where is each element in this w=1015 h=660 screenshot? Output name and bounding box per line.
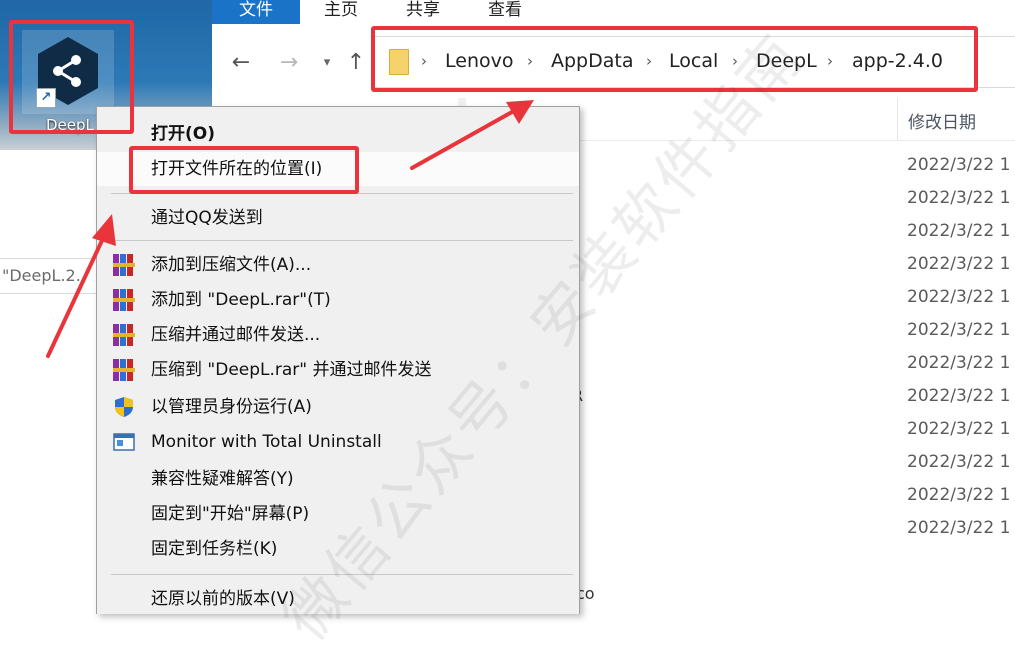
- menu-item-restore-previous-versions[interactable]: 还原以前的版本(V): [97, 582, 579, 616]
- file-date-cell: 2022/3/22 1: [907, 518, 1011, 538]
- menu-item-label: 通过QQ发送到: [151, 208, 263, 228]
- winrar-icon: [113, 254, 135, 276]
- menu-item-label: Monitor with Total Uninstall: [151, 432, 382, 452]
- menu-item-label: 还原以前的版本(V): [151, 589, 295, 609]
- file-date-cell: 2022/3/22 1: [907, 452, 1011, 472]
- recent-locations-chevron-icon[interactable]: ▾: [314, 50, 340, 76]
- file-date-cell: 2022/3/22 1: [907, 419, 1011, 439]
- menu-item-label: 压缩并通过邮件发送...: [151, 325, 321, 345]
- file-date-cell: 2022/3/22 1: [907, 221, 1011, 241]
- total-uninstall-icon: [113, 433, 135, 451]
- winrar-icon: [113, 289, 135, 311]
- back-arrow-icon[interactable]: ←: [228, 50, 254, 76]
- menu-item-pin-to-taskbar[interactable]: 固定到任务栏(K): [97, 532, 579, 566]
- menu-item-label: 压缩到 "DeepL.rar" 并通过邮件发送: [151, 360, 432, 380]
- menu-item-label: 兼容性疑难解答(Y): [151, 469, 294, 489]
- menu-item-monitor-total-uninstall[interactable]: Monitor with Total Uninstall: [97, 425, 579, 459]
- menu-separator: [111, 240, 573, 241]
- menu-item-compress-and-email[interactable]: 压缩并通过邮件发送...: [97, 318, 579, 352]
- background-search-text: "DeepL.2.: [2, 266, 81, 285]
- menu-item-label: 固定到任务栏(K): [151, 539, 278, 559]
- winrar-icon: [113, 359, 135, 381]
- menu-item-compress-to-rar-and-email[interactable]: 压缩到 "DeepL.rar" 并通过邮件发送: [97, 353, 579, 387]
- tab-share[interactable]: 共享: [398, 0, 448, 24]
- background-window: [0, 150, 100, 613]
- uac-shield-icon: [115, 397, 133, 417]
- ribbon-tabs: 文件 主页 共享 查看: [212, 0, 1015, 25]
- tab-file[interactable]: 文件: [212, 0, 300, 24]
- menu-item-label: 添加到 "DeepL.rar"(T): [151, 290, 331, 310]
- menu-item-label: 固定到"开始"屏幕(P): [151, 504, 310, 524]
- winrar-icon: [113, 324, 135, 346]
- forward-arrow-icon[interactable]: →: [276, 50, 302, 76]
- highlight-box-desktop-shortcut: [9, 20, 134, 134]
- menu-item-label: 添加到压缩文件(A)...: [151, 255, 312, 275]
- menu-item-add-to-deepl-rar[interactable]: 添加到 "DeepL.rar"(T): [97, 283, 579, 317]
- highlight-box-address-bar: [371, 26, 978, 92]
- file-date-cell: 2022/3/22 1: [907, 386, 1011, 406]
- column-header-date-modified[interactable]: 修改日期: [897, 98, 1015, 140]
- menu-item-run-as-admin[interactable]: 以管理员身份运行(A): [97, 390, 579, 424]
- menu-separator: [111, 574, 573, 575]
- menu-item-label: 以管理员身份运行(A): [151, 397, 312, 417]
- file-date-cell: 2022/3/22 1: [907, 353, 1011, 373]
- menu-item-add-to-archive[interactable]: 添加到压缩文件(A)...: [97, 248, 579, 282]
- file-date-cell: 2022/3/22 1: [907, 254, 1011, 274]
- tab-view[interactable]: 查看: [480, 0, 530, 24]
- menu-item-label: 打开(O): [151, 124, 215, 144]
- file-date-cell: 2022/3/22 1: [907, 188, 1011, 208]
- file-date-cell: 2022/3/22 1: [907, 155, 1011, 175]
- column-header-label: 修改日期: [908, 113, 976, 133]
- highlight-box-open-file-location: [129, 146, 359, 194]
- file-date-cell: 2022/3/22 1: [907, 320, 1011, 340]
- menu-item-send-via-qq[interactable]: 通过QQ发送到: [97, 201, 579, 235]
- tab-home[interactable]: 主页: [316, 0, 366, 24]
- menu-item-pin-to-start[interactable]: 固定到"开始"屏幕(P): [97, 497, 579, 531]
- background-search-box[interactable]: "DeepL.2.: [0, 258, 100, 294]
- menu-item-compatibility-troubleshoot[interactable]: 兼容性疑难解答(Y): [97, 462, 579, 496]
- file-date-cell: 2022/3/22 1: [907, 485, 1011, 505]
- file-date-cell: 2022/3/22 1: [907, 287, 1011, 307]
- up-arrow-icon[interactable]: ↑: [343, 50, 369, 76]
